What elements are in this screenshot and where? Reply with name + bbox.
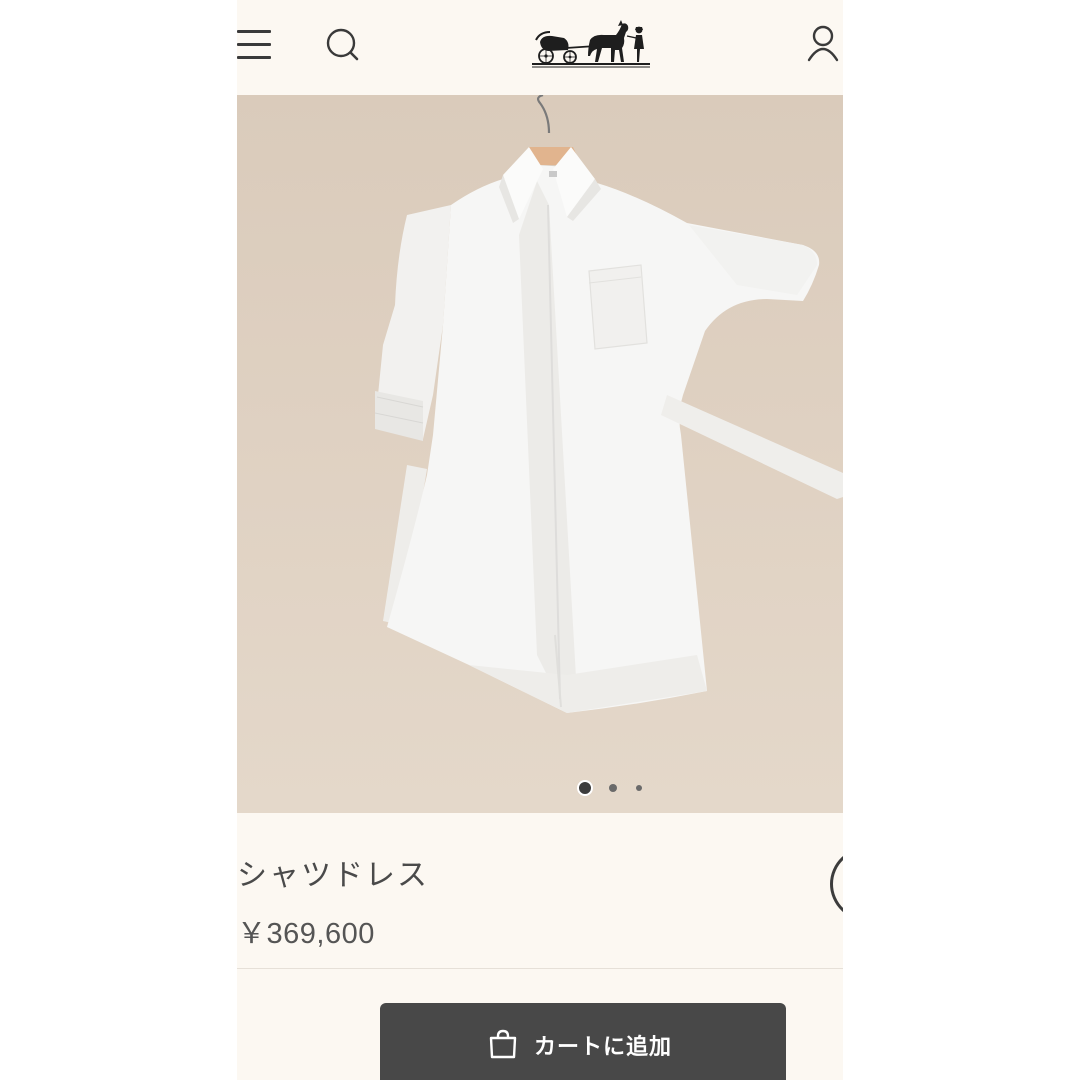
shopping-bag-icon <box>489 1029 517 1059</box>
carousel-dot-active[interactable] <box>577 780 593 796</box>
hamburger-menu-icon[interactable] <box>237 30 271 60</box>
heart-icon[interactable] <box>830 846 843 922</box>
add-to-cart-label: カートに追加 <box>534 1035 673 1060</box>
product-page: シャツドレス ￥369,600 カートに追加 <box>237 0 843 1080</box>
top-header <box>237 0 843 95</box>
product-image <box>374 95 843 713</box>
carousel-dot[interactable] <box>636 785 642 791</box>
search-icon[interactable] <box>325 27 361 63</box>
add-to-cart-button[interactable]: カートに追加 <box>380 1003 786 1080</box>
product-price: ￥369,600 <box>237 918 375 950</box>
user-icon[interactable] <box>807 24 839 64</box>
product-image-carousel[interactable] <box>237 95 843 813</box>
carriage-logo-icon[interactable] <box>530 20 652 68</box>
carousel-dot[interactable] <box>609 784 617 792</box>
divider <box>237 968 843 969</box>
product-name: シャツドレス <box>237 858 429 893</box>
